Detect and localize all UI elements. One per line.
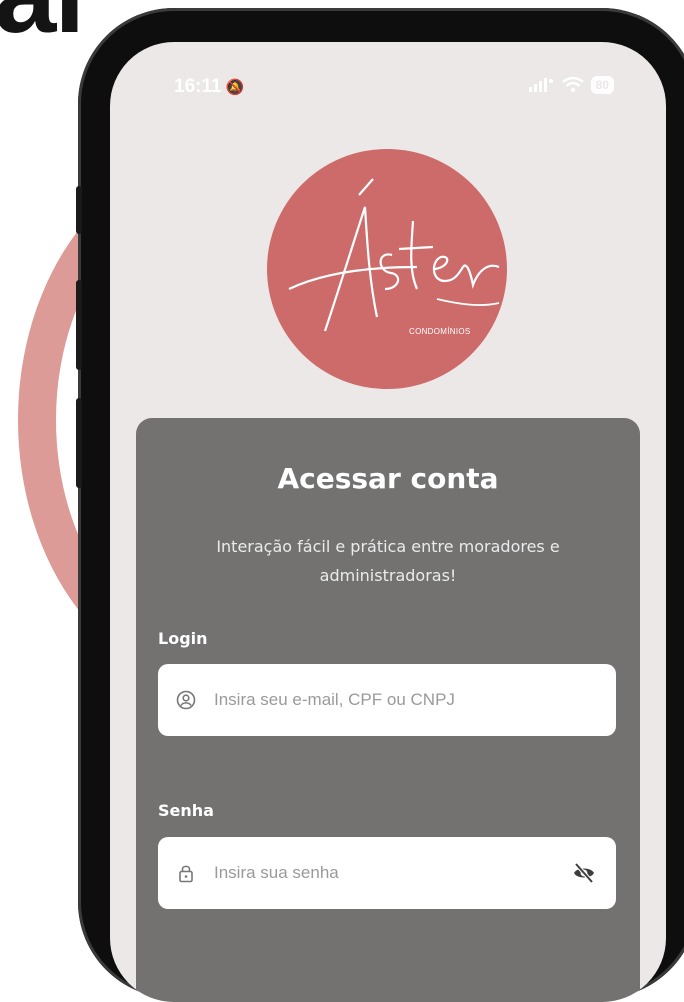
status-indicators: 80 <box>528 76 614 94</box>
phone-volume-down-button <box>76 398 82 488</box>
card-subtitle: Interação fácil e prática entre moradore… <box>216 537 560 585</box>
login-input[interactable] <box>214 664 554 736</box>
status-time: 16:11 <box>174 76 222 97</box>
phone-volume-up-button <box>76 280 82 370</box>
wifi-icon <box>561 77 584 93</box>
aster-logo: CONDOMÍNIOS <box>267 149 507 389</box>
status-bar: 16:11 🔕 80 <box>110 42 666 122</box>
bell-slash-icon: 🔕 <box>225 79 245 96</box>
password-field[interactable] <box>158 837 616 909</box>
battery-indicator: 80 <box>590 76 614 94</box>
phone-screen: 16:11 🔕 80 CONDOMÍNIOS Acessar conta Int… <box>110 42 666 1002</box>
logo-subtitle: CONDOMÍNIOS <box>409 327 471 336</box>
status-time-group: 16:11 🔕 <box>174 76 244 98</box>
lock-icon <box>179 865 193 883</box>
login-card: Acessar conta Interação fácil e prática … <box>136 418 640 1002</box>
login-field[interactable] <box>158 664 616 736</box>
card-title: Acessar conta <box>277 462 499 495</box>
eye-off-icon[interactable] <box>572 861 596 885</box>
password-input[interactable] <box>214 837 554 909</box>
password-label: Senha <box>158 801 214 820</box>
background-heading: al <box>0 0 85 50</box>
phone-action-button <box>76 186 82 234</box>
user-circle-icon <box>176 690 196 710</box>
login-label: Login <box>158 629 208 648</box>
signal-icon <box>528 78 553 92</box>
aster-script-logo <box>288 178 500 332</box>
